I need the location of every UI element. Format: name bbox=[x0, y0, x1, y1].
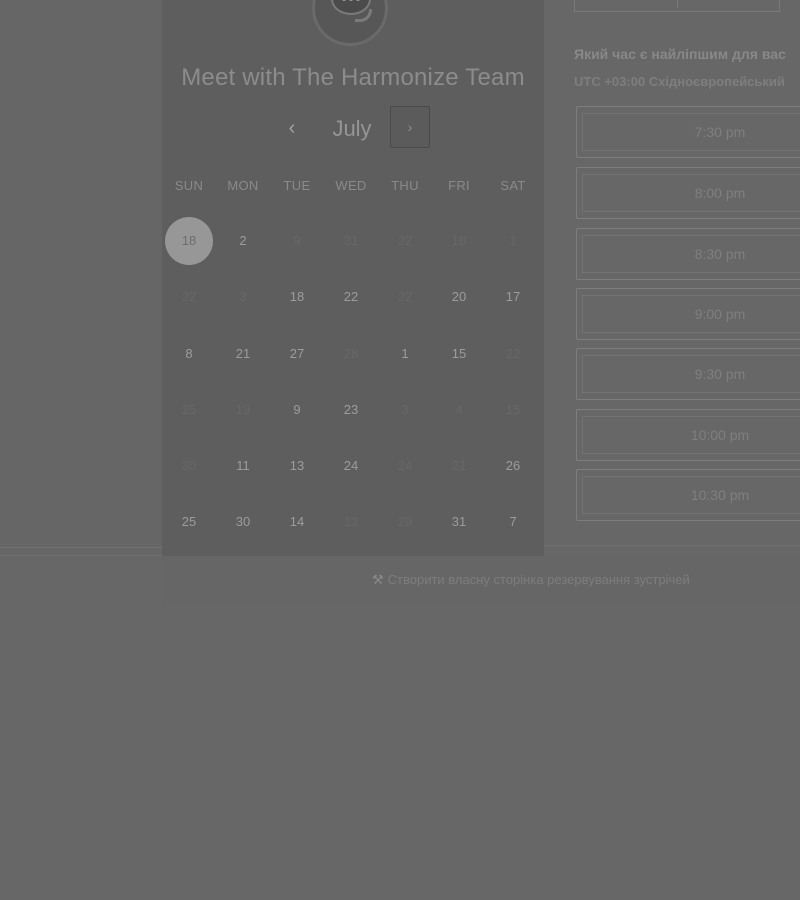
month-label: July bbox=[332, 116, 372, 141]
time-slot-label: 9:30 pm bbox=[694, 366, 746, 382]
time-question: Який час є найліпшим для вас bbox=[574, 46, 786, 62]
calendar-day[interactable]: 25 bbox=[165, 498, 213, 546]
chevron-left-icon[interactable]: ‹ bbox=[278, 114, 306, 142]
calendar-day[interactable]: 2 bbox=[219, 217, 267, 265]
time-slot[interactable]: 8:00 pm bbox=[576, 167, 800, 219]
time-slot-label: 8:00 pm bbox=[694, 185, 746, 201]
calendar-day: 30 bbox=[181, 458, 197, 473]
calendar-title: Meet with The Harmonize Team bbox=[181, 64, 525, 91]
calendar-day[interactable]: 21 bbox=[219, 330, 267, 378]
time-slot[interactable]: 8:30 pm bbox=[576, 228, 800, 280]
calendar-day[interactable]: 26 bbox=[489, 442, 537, 490]
time-slot[interactable]: 9:00 pm bbox=[576, 288, 800, 340]
calendar-day: 28 bbox=[343, 346, 359, 361]
weekday-header: SUN MON TUE WED THU FRI SAT bbox=[162, 178, 544, 198]
calendar-day[interactable]: 31 bbox=[435, 498, 483, 546]
calendar-day: 22 bbox=[505, 346, 521, 361]
create-booking-page-label: Створити власну сторінка резервування зу… bbox=[387, 572, 690, 587]
left-margin bbox=[0, 0, 162, 560]
divider bbox=[0, 555, 162, 556]
calendar-day: 22 bbox=[397, 233, 413, 248]
weekday-label: SUN bbox=[174, 178, 204, 193]
weekday-label: TUE bbox=[283, 178, 311, 193]
calendar-day: 24 bbox=[397, 458, 413, 473]
time-slot-label: 8:30 pm bbox=[694, 246, 746, 262]
calendar-day: 3 bbox=[239, 289, 247, 304]
weekday-label: FRI bbox=[448, 178, 470, 193]
weekday-label: SAT bbox=[500, 178, 526, 193]
calendar-day[interactable]: 15 bbox=[435, 330, 483, 378]
date-field[interactable] bbox=[574, 0, 780, 12]
time-slot[interactable]: 10:30 pm bbox=[576, 469, 800, 521]
calendar-day: 25 bbox=[181, 402, 197, 417]
footer-bar: ⚒ Створити власну сторінка резервування з… bbox=[162, 556, 800, 606]
calendar-day: 31 bbox=[343, 233, 359, 248]
calendar-day: 3 bbox=[401, 402, 409, 417]
weekday-label: THU bbox=[391, 178, 419, 193]
divider bbox=[544, 545, 800, 546]
weekday-label: MON bbox=[227, 178, 259, 193]
calendar-day[interactable]: 13 bbox=[273, 442, 321, 490]
calendar-day: 29 bbox=[397, 514, 413, 529]
time-slot[interactable]: 7:30 pm bbox=[576, 106, 800, 158]
calendar-day: 19 bbox=[235, 402, 251, 417]
calendar-day[interactable]: 30 bbox=[219, 498, 267, 546]
time-slot-label: 7:30 pm bbox=[694, 124, 746, 140]
calendar-day[interactable]: 23 bbox=[327, 386, 375, 434]
timezone-selector[interactable]: UTC +03:00 Східноєвропейський bbox=[574, 74, 785, 89]
calendar-day[interactable]: 20 bbox=[435, 273, 483, 321]
time-slot[interactable]: 9:30 pm bbox=[576, 348, 800, 400]
calendar-day: 9 bbox=[293, 233, 301, 248]
calendar-day: 13 bbox=[343, 514, 359, 529]
month-navigation: ‹ July › bbox=[162, 106, 544, 152]
calendar-day[interactable]: 14 bbox=[273, 498, 321, 546]
time-slot-label: 10:00 pm bbox=[690, 427, 750, 443]
chevron-right-icon[interactable]: › bbox=[390, 106, 430, 148]
time-picker-panel: Який час є найліпшим для вас UTC +03:00 … bbox=[544, 0, 800, 556]
divider bbox=[0, 547, 162, 548]
calendar-day: 22 bbox=[181, 289, 197, 304]
calendar-day[interactable]: 17 bbox=[489, 273, 537, 321]
weekday-label: WED bbox=[335, 178, 367, 193]
calendar-day: 1 bbox=[509, 233, 517, 248]
calendar-day[interactable]: 24 bbox=[327, 442, 375, 490]
calendar-day[interactable]: 8 bbox=[165, 330, 213, 378]
calendar-day[interactable]: 9 bbox=[273, 386, 321, 434]
calendar-day: 15 bbox=[505, 402, 521, 417]
calendar-day-selected[interactable]: 18 bbox=[165, 217, 213, 265]
create-booking-page-link[interactable]: ⚒ Створити власну сторінка резервування з… bbox=[372, 572, 690, 588]
calendar-day: 4 bbox=[455, 402, 463, 417]
calendar-day[interactable]: 1 bbox=[381, 330, 429, 378]
calendar-day[interactable]: 11 bbox=[219, 442, 267, 490]
time-slot-label: 9:00 pm bbox=[694, 306, 746, 322]
calendar-day: 22 bbox=[397, 289, 413, 304]
avatar bbox=[312, 0, 388, 46]
wrench-icon: ⚒ bbox=[372, 572, 384, 587]
calendar-panel: Meet with The Harmonize Team ‹ July › SU… bbox=[162, 0, 544, 556]
time-slot-label: 10:30 pm bbox=[690, 487, 750, 503]
calendar-day[interactable]: 22 bbox=[327, 273, 375, 321]
calendar-day[interactable]: 7 bbox=[489, 498, 537, 546]
calendar-day[interactable]: 27 bbox=[273, 330, 321, 378]
calendar-day: 21 bbox=[451, 458, 467, 473]
time-slot[interactable]: 10:00 pm bbox=[576, 409, 800, 461]
calendar-day[interactable]: 18 bbox=[273, 273, 321, 321]
calendar-day: 18 bbox=[451, 233, 467, 248]
